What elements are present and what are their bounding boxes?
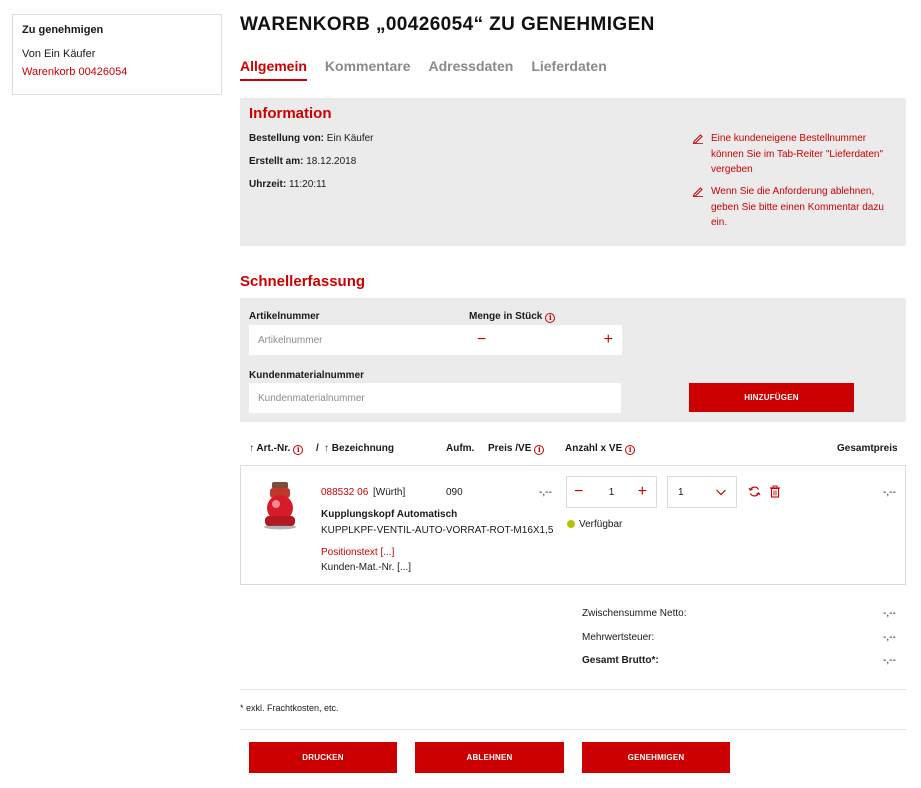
created-value: 18.12.2018 (306, 156, 357, 167)
art-nr-header[interactable]: ↑ Art.-Nr. i (249, 443, 304, 455)
plus-icon[interactable]: + (638, 483, 647, 501)
time-value: 11:20:11 (289, 179, 327, 190)
item-spec: KUPPLKPF-VENTIL-AUTO-VORRAT-ROT-M16X1,5 (321, 525, 554, 536)
sidebar-title: Zu genehmigen (22, 24, 104, 36)
created-row: Erstellt am: 18.12.2018 (249, 156, 356, 167)
footnote: * exkl. Frachtkosten, etc. (240, 703, 339, 713)
ordered-by-value: Ein Käufer (326, 133, 374, 144)
quantity-stepper: − + (469, 325, 622, 355)
tab-kommentare[interactable]: Kommentare (325, 58, 411, 81)
aufm-header: Aufm. (446, 443, 475, 454)
info-icon[interactable]: i (293, 445, 304, 455)
tab-allgemein[interactable]: Allgemein (240, 58, 307, 81)
reject-button[interactable]: ABLEHNEN (415, 742, 564, 773)
quantity-label-wrap: Menge in Stück i (469, 311, 556, 323)
price-header-label: Preis /VE (488, 443, 532, 454)
qty-header: Anzahl x VE i (565, 443, 636, 455)
customer-material-label: Kundenmaterialnummer (249, 370, 365, 381)
chevron-down-icon (716, 489, 726, 496)
price-header: Preis /VE i (488, 443, 545, 455)
tab-lieferdaten[interactable]: Lieferdaten (531, 58, 606, 81)
pencil-icon (692, 187, 703, 197)
pencil-icon (692, 134, 703, 144)
position-text-link[interactable]: Positionstext [...] (321, 547, 394, 558)
quantity-label: Menge in Stück (469, 311, 543, 322)
ordered-by-label: Bestellung von: (249, 133, 325, 144)
info-note-text: Eine kundeneigene Bestellnummer können S… (711, 133, 884, 175)
availability-dot-icon (567, 520, 575, 528)
print-button[interactable]: DRUCKEN (249, 742, 397, 773)
sidebar-buyer: Von Ein Käufer (22, 48, 96, 60)
tab-adressdaten[interactable]: Adressdaten (429, 58, 514, 81)
table-row: 088532 06 [Würth] 090 -,-- Kupplungskopf… (240, 465, 906, 585)
refresh-icon[interactable] (748, 485, 761, 498)
subtotal-value: -,-- (883, 608, 896, 619)
item-quantity-stepper: − 1 + (566, 476, 657, 508)
vat-label: Mehrwertsteuer: (582, 632, 655, 643)
subtotal-label: Zwischensumme Netto: (582, 608, 687, 619)
customer-mat-link[interactable]: Kunden-Mat.-Nr. [...] (321, 562, 411, 573)
item-unit-select[interactable]: 1 (667, 476, 737, 508)
sidebar-cart-link[interactable]: Warenkorb 00426054 (22, 63, 212, 81)
designation-header-label: Bezeichnung (331, 443, 395, 454)
sidebar-panel: Zu genehmigen Von Ein Käufer Warenkorb 0… (12, 14, 222, 95)
sort-arrow-icon: ↑ (324, 443, 329, 454)
information-heading: Information (249, 105, 332, 122)
time-row: Uhrzeit: 11:20:11 (249, 179, 326, 190)
approve-button[interactable]: GENEHMIGEN (582, 742, 730, 773)
created-label: Erstellt am: (249, 156, 304, 167)
divider (240, 729, 906, 730)
availability-text: Verfügbar (579, 519, 623, 530)
item-brand: [Würth] (373, 487, 406, 498)
info-icon[interactable]: i (625, 445, 636, 455)
art-nr-header-label: Art.-Nr. (256, 443, 291, 454)
quick-entry-panel: Artikelnummer Menge in Stücki − + Kunden… (240, 298, 906, 422)
item-name: Kupplungskopf Automatisch (321, 509, 458, 520)
info-note-text: Wenn Sie die Anforderung ablehnen, geben… (711, 186, 884, 228)
item-art-nr[interactable]: 088532 06 (321, 487, 368, 498)
article-number-label: Artikelnummer (249, 311, 320, 322)
item-price: -,-- (539, 487, 552, 498)
customer-material-input[interactable] (249, 383, 621, 413)
trash-icon[interactable] (769, 485, 781, 498)
designation-header[interactable]: ↑ Bezeichnung (324, 443, 394, 454)
page-title: WARENKORB „00426054“ ZU GENEHMIGEN (240, 14, 655, 35)
info-icon[interactable]: i (534, 445, 545, 455)
item-aufm: 090 (446, 487, 463, 498)
qty-header-label: Anzahl x VE (565, 443, 623, 454)
information-panel: Information Bestellung von: Ein Käufer E… (240, 98, 906, 246)
minus-icon[interactable]: − (477, 331, 486, 349)
item-total: -,-- (883, 487, 896, 498)
info-note: Eine kundeneigene Bestellnummer können S… (692, 131, 892, 178)
gross-value: -,-- (883, 655, 896, 666)
add-button[interactable]: HINZUFÜGEN (689, 383, 854, 412)
vat-value: -,-- (883, 632, 896, 643)
sort-arrow-icon: ↑ (249, 443, 254, 454)
info-note: Wenn Sie die Anforderung ablehnen, geben… (692, 184, 892, 231)
quick-entry-heading: Schnellerfassung (240, 273, 366, 290)
total-header: Gesamtpreis (837, 443, 898, 454)
time-label: Uhrzeit: (249, 179, 287, 190)
info-icon[interactable]: i (545, 313, 556, 323)
tab-bar: Allgemein Kommentare Adressdaten Lieferd… (240, 58, 607, 81)
product-image[interactable] (260, 480, 300, 530)
ordered-by-row: Bestellung von: Ein Käufer (249, 133, 374, 144)
header-separator: / (316, 443, 319, 454)
gross-label: Gesamt Brutto*: (582, 655, 659, 666)
item-unit-value: 1 (678, 487, 684, 498)
plus-icon[interactable]: + (604, 331, 613, 349)
divider (240, 689, 906, 690)
